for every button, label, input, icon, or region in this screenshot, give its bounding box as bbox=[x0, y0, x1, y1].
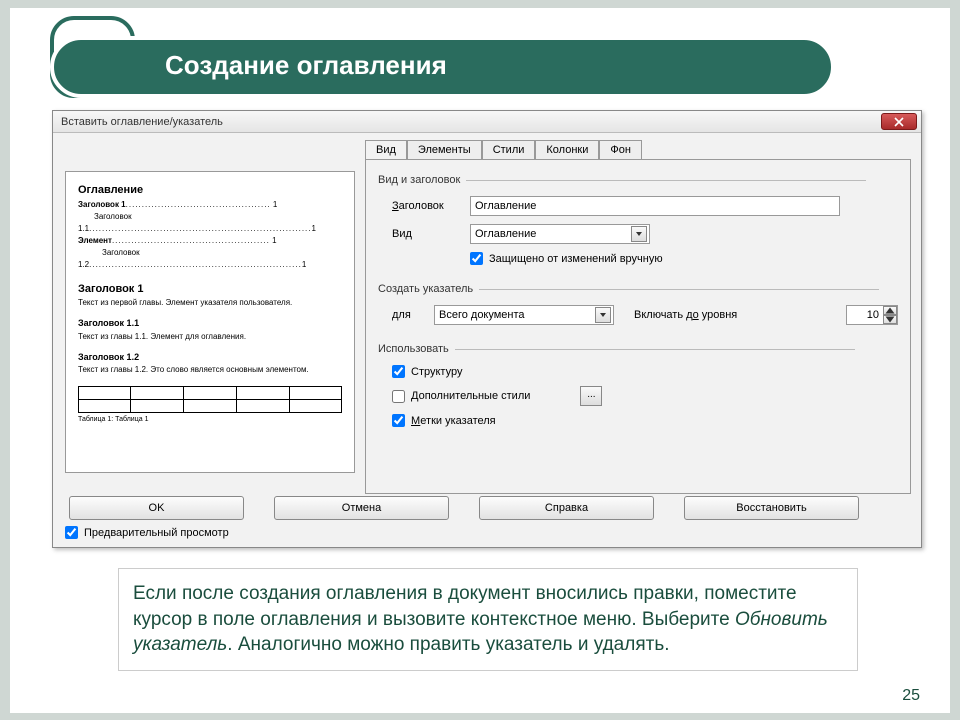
group-create-index: Создать указатель bbox=[378, 283, 473, 295]
toc-dialog: Вставить оглавление/указатель Оглавление… bbox=[52, 110, 922, 548]
tab-view[interactable]: Вид bbox=[365, 140, 407, 160]
label-heading: Заголовок bbox=[392, 200, 470, 212]
for-combo[interactable]: Всего документа bbox=[434, 305, 614, 325]
dialog-body: Оглавление Заголовок 1..................… bbox=[53, 133, 921, 503]
label-for: для bbox=[392, 309, 434, 321]
tab-elements[interactable]: Элементы bbox=[407, 140, 482, 160]
heading-input[interactable] bbox=[470, 196, 840, 216]
preview-checkbox[interactable]: Предварительный просмотр bbox=[65, 526, 909, 539]
reset-button[interactable]: Восстановить bbox=[684, 496, 859, 520]
structure-checkbox[interactable]: Структуру bbox=[392, 365, 462, 378]
extra-styles-checkbox[interactable]: Дополнительные стили bbox=[392, 390, 530, 403]
spin-down-icon[interactable] bbox=[883, 315, 897, 324]
tab-background[interactable]: Фон bbox=[599, 140, 642, 160]
spin-up-icon[interactable] bbox=[883, 306, 897, 315]
protected-checkbox[interactable]: Защищено от изменений вручную bbox=[470, 252, 663, 265]
slide: Создание оглавления Вставить оглавление/… bbox=[10, 8, 950, 713]
label-type: Вид bbox=[392, 228, 470, 240]
preview-table bbox=[78, 386, 342, 412]
tab-columns[interactable]: Колонки bbox=[535, 140, 599, 160]
dialog-title: Вставить оглавление/указатель bbox=[61, 116, 223, 128]
type-combo[interactable]: Оглавление bbox=[470, 224, 650, 244]
close-icon bbox=[894, 117, 904, 127]
tab-strip: Вид Элементы Стили Колонки Фон bbox=[365, 139, 911, 159]
label-level: Включать до уровня bbox=[634, 309, 737, 321]
help-button[interactable]: Справка bbox=[479, 496, 654, 520]
extra-styles-button[interactable]: ... bbox=[580, 386, 602, 406]
index-marks-checkbox[interactable]: Метки указателя bbox=[392, 414, 496, 427]
group-use: Использовать bbox=[378, 343, 449, 355]
chevron-down-icon bbox=[595, 307, 611, 323]
preview-column: Оглавление Заголовок 1..................… bbox=[53, 133, 363, 503]
form-column: Вид Элементы Стили Колонки Фон Вид и заг… bbox=[363, 133, 921, 503]
ok-button[interactable]: OK bbox=[69, 496, 244, 520]
page-number: 25 bbox=[902, 687, 920, 705]
dialog-header[interactable]: Вставить оглавление/указатель bbox=[53, 111, 921, 133]
preview-pane: Оглавление Заголовок 1..................… bbox=[65, 171, 355, 473]
cancel-button[interactable]: Отмена bbox=[274, 496, 449, 520]
tab-styles[interactable]: Стили bbox=[482, 140, 536, 160]
dialog-footer: OK Отмена Справка Восстановить Предварит… bbox=[53, 488, 921, 547]
chevron-down-icon bbox=[631, 226, 647, 242]
preview-toc-title: Оглавление bbox=[78, 184, 143, 196]
note-box: Если после создания оглавления в докумен… bbox=[118, 568, 858, 671]
slide-title: Создание оглавления bbox=[165, 50, 447, 81]
tab-panel: Вид и заголовок Заголовок Вид Оглавление bbox=[365, 159, 911, 494]
close-button[interactable] bbox=[881, 113, 917, 130]
group-view-heading: Вид и заголовок bbox=[378, 174, 460, 186]
preview-h1: Заголовок 1 bbox=[78, 281, 342, 298]
level-spinner[interactable] bbox=[846, 305, 898, 325]
